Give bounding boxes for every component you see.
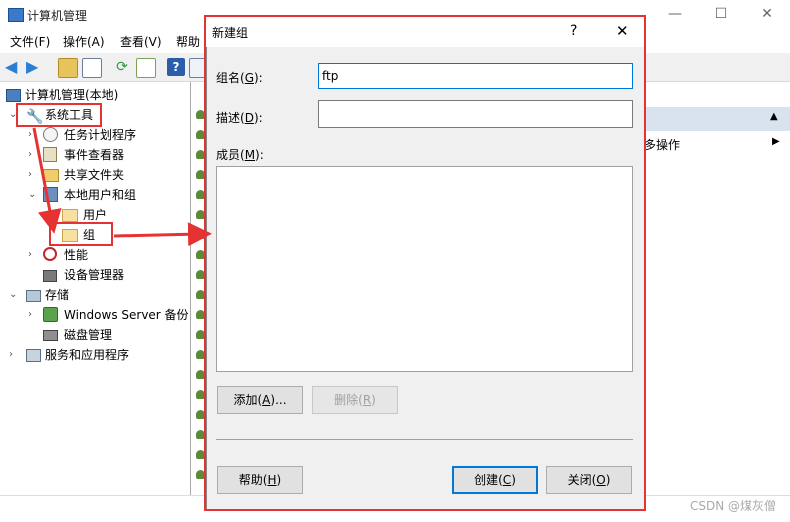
annotation-arrows bbox=[32, 127, 212, 247]
arrow-to-dialog bbox=[113, 222, 212, 247]
arrow-to-groups bbox=[32, 127, 62, 234]
